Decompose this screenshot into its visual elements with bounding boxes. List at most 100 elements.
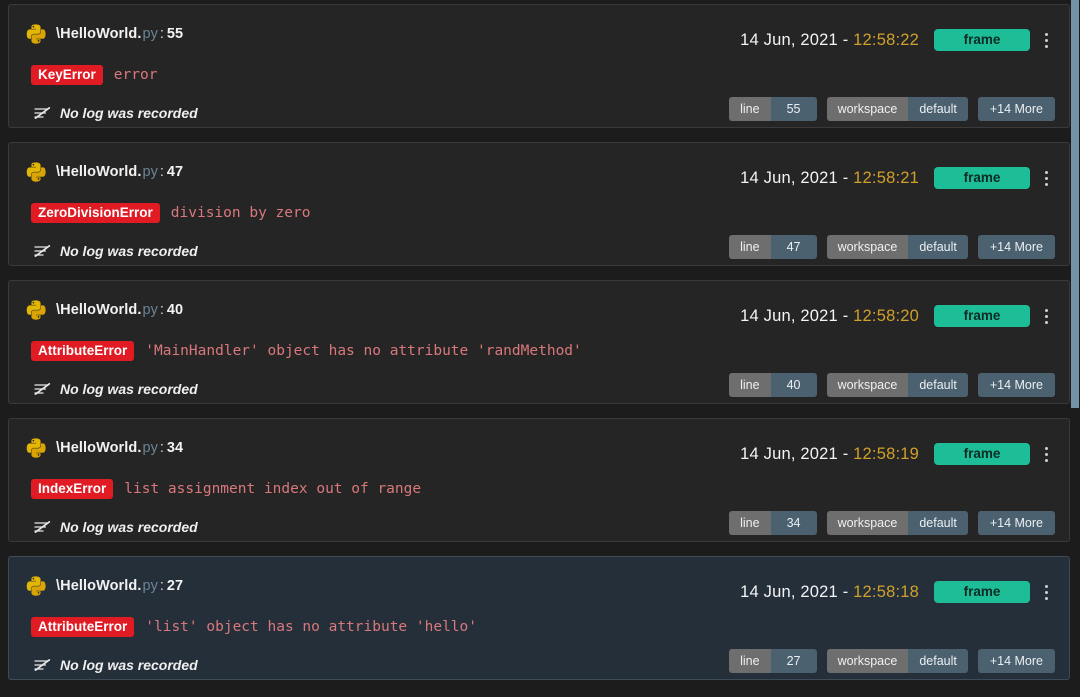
tag-line[interactable]: line 40 [729,373,816,397]
scrollbar-thumb[interactable] [1071,0,1079,408]
card-tags: line 55 workspace default +14 More [729,97,1055,121]
python-logo-icon [25,437,47,459]
error-type-badge[interactable]: IndexError [31,479,113,500]
error-card-list: \HelloWorld.py:55 KeyError error No log … [8,4,1070,680]
error-card[interactable]: \HelloWorld.py:55 KeyError error No log … [8,4,1070,128]
kebab-menu-icon[interactable] [1037,581,1055,603]
card-meta: 14 Jun, 2021 - 12:58:21 frame [740,165,1055,191]
file-extension: py [143,440,158,456]
file-line-number: 55 [167,26,183,42]
file-name: \HelloWorld. [56,578,142,594]
tag-workspace[interactable]: workspace default [827,649,968,673]
timestamp: 14 Jun, 2021 - 12:58:19 [740,445,919,464]
error-message: 'list' object has no attribute 'hello' [145,619,477,635]
no-log-crossed-lines-icon [33,105,53,121]
frame-badge[interactable]: frame [934,167,1030,189]
error-type-badge[interactable]: ZeroDivisionError [31,203,160,224]
card-tags: line 47 workspace default +14 More [729,235,1055,259]
card-meta: 14 Jun, 2021 - 12:58:20 frame [740,303,1055,329]
tag-more-button[interactable]: +14 More [978,373,1055,397]
tag-more-button[interactable]: +14 More [978,235,1055,259]
tag-workspace-key: workspace [827,373,909,397]
timestamp-date: 14 Jun, 2021 - [740,307,853,325]
log-status-text: No log was recorded [60,381,198,397]
tag-workspace-value: default [908,373,968,397]
error-list-panel: \HelloWorld.py:55 KeyError error No log … [0,0,1080,697]
scrollbar-track[interactable] [1070,0,1080,697]
file-location[interactable]: \HelloWorld.py:34 [25,437,183,459]
frame-badge[interactable]: frame [934,29,1030,51]
error-summary: AttributeError 'MainHandler' object has … [31,339,582,363]
file-location[interactable]: \HelloWorld.py:47 [25,161,183,183]
tag-workspace-value: default [908,649,968,673]
error-type-badge[interactable]: KeyError [31,65,103,86]
tag-line[interactable]: line 34 [729,511,816,535]
file-name: \HelloWorld. [56,164,142,180]
card-tags: line 27 workspace default +14 More [729,649,1055,673]
timestamp-date: 14 Jun, 2021 - [740,169,853,187]
no-log-crossed-lines-icon [33,519,53,535]
frame-badge[interactable]: frame [934,305,1030,327]
no-log-crossed-lines-icon [33,657,53,673]
timestamp: 14 Jun, 2021 - 12:58:20 [740,307,919,326]
card-tags: line 34 workspace default +14 More [729,511,1055,535]
error-card[interactable]: \HelloWorld.py:27 AttributeError 'list' … [8,556,1070,680]
tag-line-key: line [729,511,770,535]
error-message: 'MainHandler' object has no attribute 'r… [145,343,582,359]
file-line-number: 47 [167,164,183,180]
tag-line-key: line [729,97,770,121]
timestamp-date: 14 Jun, 2021 - [740,583,853,601]
no-log-crossed-lines-icon [33,381,53,397]
file-colon: : [160,26,164,42]
tag-workspace-value: default [908,97,968,121]
log-status: No log was recorded [33,655,198,675]
tag-more-button[interactable]: +14 More [978,97,1055,121]
file-extension: py [143,26,158,42]
tag-line-key: line [729,649,770,673]
timestamp-time: 12:58:20 [853,307,919,325]
file-extension: py [143,578,158,594]
file-colon: : [160,578,164,594]
tag-more-button[interactable]: +14 More [978,511,1055,535]
error-summary: IndexError list assignment index out of … [31,477,421,501]
python-logo-icon [25,161,47,183]
timestamp-time: 12:58:22 [853,31,919,49]
file-location[interactable]: \HelloWorld.py:55 [25,23,183,45]
frame-badge[interactable]: frame [934,443,1030,465]
frame-badge[interactable]: frame [934,581,1030,603]
tag-workspace[interactable]: workspace default [827,511,968,535]
tag-more-button[interactable]: +14 More [978,649,1055,673]
error-card[interactable]: \HelloWorld.py:40 AttributeError 'MainHa… [8,280,1070,404]
error-card[interactable]: \HelloWorld.py:47 ZeroDivisionError divi… [8,142,1070,266]
tag-workspace[interactable]: workspace default [827,373,968,397]
file-line-number: 40 [167,302,183,318]
tag-workspace-key: workspace [827,235,909,259]
error-card[interactable]: \HelloWorld.py:34 IndexError list assign… [8,418,1070,542]
tag-workspace[interactable]: workspace default [827,235,968,259]
kebab-menu-icon[interactable] [1037,305,1055,327]
file-line-number: 27 [167,578,183,594]
file-name: \HelloWorld. [56,440,142,456]
kebab-menu-icon[interactable] [1037,443,1055,465]
error-message: list assignment index out of range [124,481,421,497]
tag-line[interactable]: line 27 [729,649,816,673]
error-type-badge[interactable]: AttributeError [31,341,134,362]
tag-line[interactable]: line 47 [729,235,816,259]
tag-line-key: line [729,373,770,397]
file-location[interactable]: \HelloWorld.py:40 [25,299,183,321]
tag-line[interactable]: line 55 [729,97,816,121]
tag-line-value: 34 [771,511,817,535]
log-status: No log was recorded [33,517,198,537]
timestamp: 14 Jun, 2021 - 12:58:22 [740,31,919,50]
tag-workspace[interactable]: workspace default [827,97,968,121]
file-colon: : [160,440,164,456]
kebab-menu-icon[interactable] [1037,29,1055,51]
no-log-crossed-lines-icon [33,243,53,259]
log-status: No log was recorded [33,379,198,399]
log-status: No log was recorded [33,103,198,123]
kebab-menu-icon[interactable] [1037,167,1055,189]
file-location[interactable]: \HelloWorld.py:27 [25,575,183,597]
timestamp-date: 14 Jun, 2021 - [740,445,853,463]
tag-line-value: 27 [771,649,817,673]
error-type-badge[interactable]: AttributeError [31,617,134,638]
